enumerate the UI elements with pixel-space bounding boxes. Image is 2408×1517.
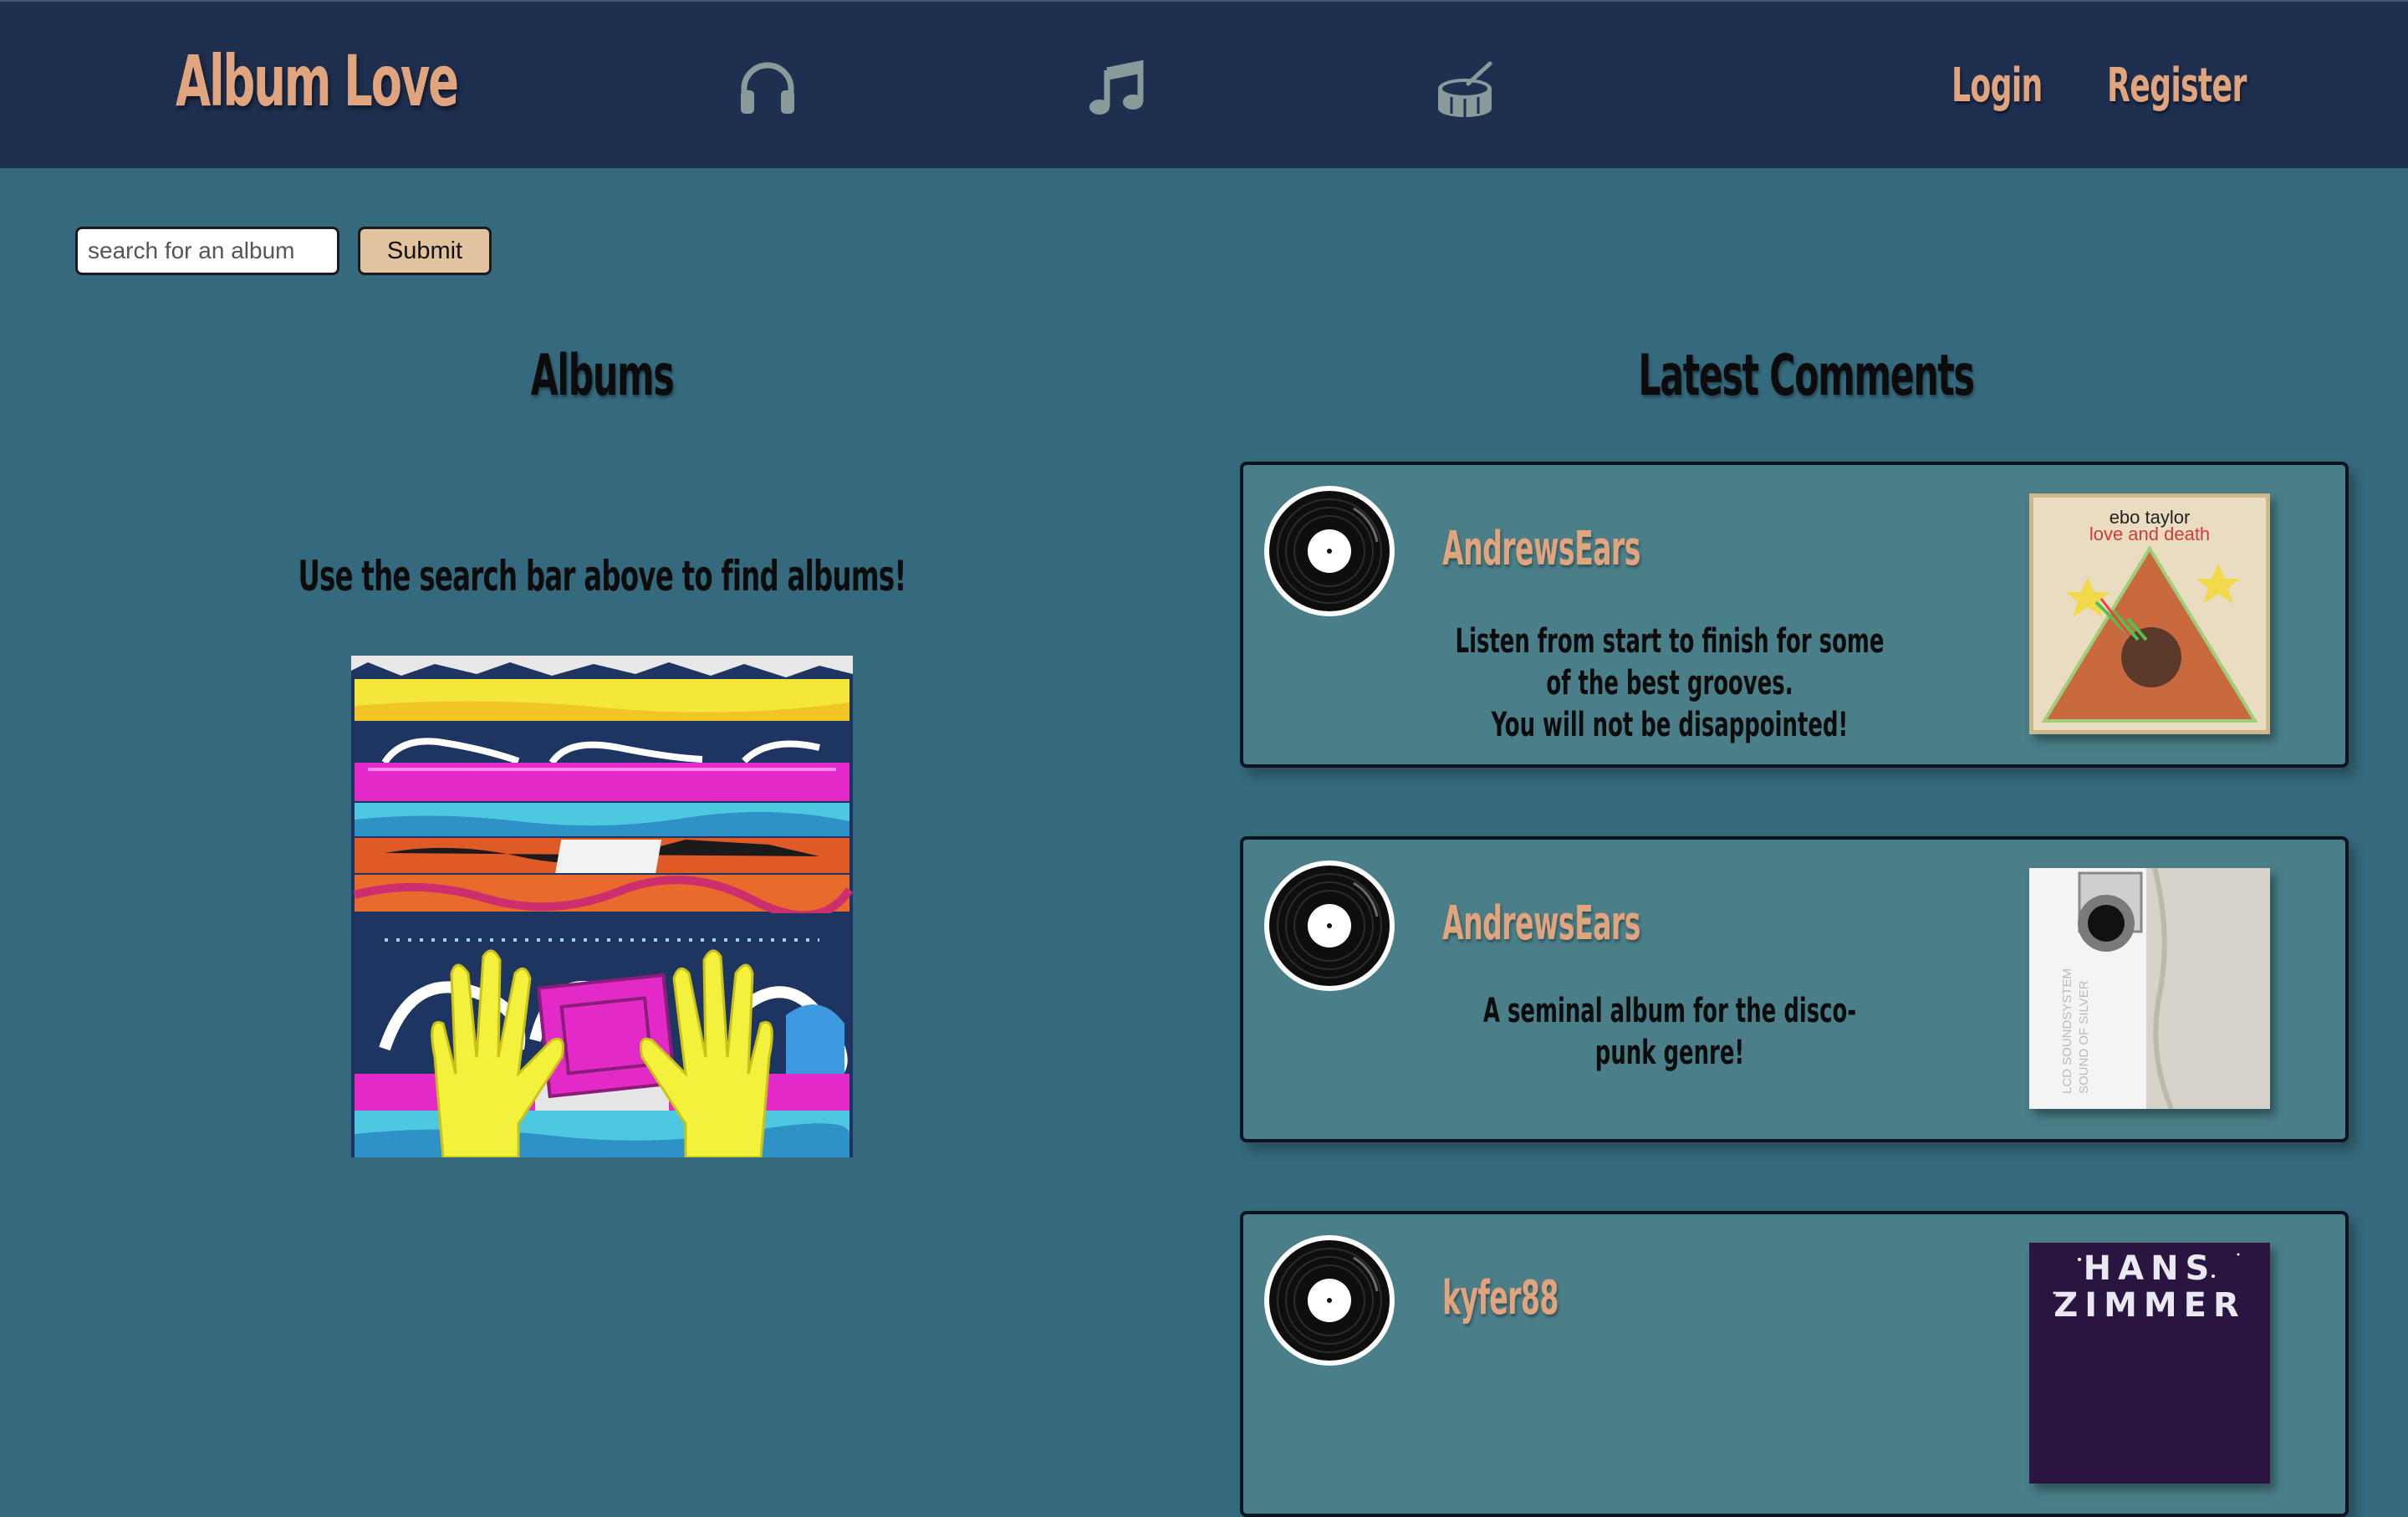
comment-card[interactable]: AndrewsEars Listen from start to finish … xyxy=(1240,462,2349,768)
comment-username[interactable]: AndrewsEars xyxy=(1442,522,1640,576)
comment-username[interactable]: AndrewsEars xyxy=(1442,896,1640,951)
comment-card[interactable]: AndrewsEars A seminal album for the disc… xyxy=(1240,836,2349,1142)
submit-button[interactable]: Submit xyxy=(358,227,492,275)
svg-text:HANS: HANS xyxy=(2084,1249,2217,1288)
vinyl-avatar-icon xyxy=(1264,861,1395,991)
svg-text:SOUND OF SILVER: SOUND OF SILVER xyxy=(2077,980,2091,1094)
album-cover[interactable]: HANS ZIMMER xyxy=(2029,1243,2270,1484)
comment-card[interactable]: kyfer88 HANS ZIMMER xyxy=(1240,1211,2349,1517)
vinyl-avatar-icon xyxy=(1264,1235,1395,1366)
latest-comments-heading: Latest Comments xyxy=(1638,343,1975,409)
svg-text:LCD SOUNDSYSTEM: LCD SOUNDSYSTEM xyxy=(2060,968,2074,1094)
svg-text:love and death: love and death xyxy=(2089,524,2210,544)
headphones-icon[interactable] xyxy=(737,59,798,119)
svg-text:ZIMMER: ZIMMER xyxy=(2053,1286,2246,1325)
register-link[interactable]: Register xyxy=(2107,59,2247,113)
comment-username[interactable]: kyfer88 xyxy=(1442,1271,1559,1325)
record-crate-illustration xyxy=(351,656,853,1157)
login-link[interactable]: Login xyxy=(1951,59,2043,113)
album-search-input[interactable] xyxy=(75,227,339,275)
music-note-icon[interactable] xyxy=(1087,59,1147,119)
search-hint-text: Use the search bar above to find albums! xyxy=(298,552,906,600)
album-cover[interactable]: ebo taylor love and death xyxy=(2029,493,2270,734)
comment-text: Listen from start to finish for some of … xyxy=(1455,622,1885,744)
vinyl-avatar-icon xyxy=(1264,486,1395,616)
album-cover[interactable]: LCD SOUNDSYSTEM SOUND OF SILVER xyxy=(2029,868,2270,1109)
navbar: Album Love Login Register xyxy=(0,0,2408,168)
comment-text: A seminal album for the disco-punk genre… xyxy=(1482,992,1857,1072)
albums-heading: Albums xyxy=(530,343,675,409)
drum-icon[interactable] xyxy=(1435,59,1495,119)
brand-logo[interactable]: Album Love xyxy=(176,40,459,122)
